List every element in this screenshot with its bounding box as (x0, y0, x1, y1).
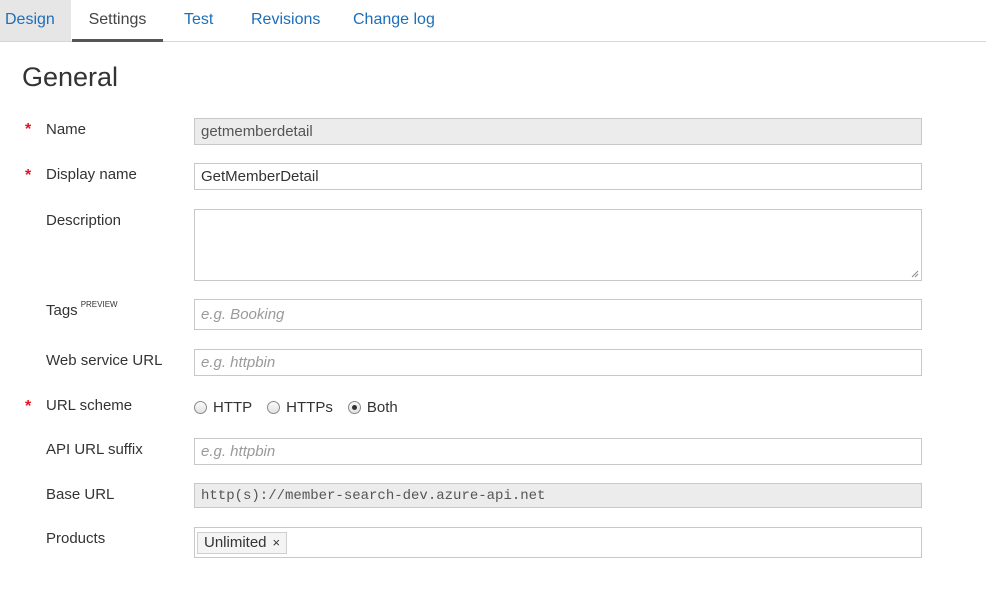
radio-button[interactable] (194, 401, 207, 414)
section-title: General (22, 62, 119, 92)
url-scheme-option-label: HTTP (213, 399, 253, 416)
tags-label-text: Tags (46, 302, 78, 319)
web-service-url-input[interactable]: e.g. httpbin (194, 349, 922, 376)
tab-design[interactable]: Design (0, 0, 71, 41)
tab-test[interactable]: Test (184, 0, 213, 41)
preview-badge: PREVIEW (80, 300, 118, 309)
remove-chip-icon[interactable]: × (273, 535, 281, 550)
display-name-label: Display name (46, 166, 137, 183)
name-field[interactable]: getmemberdetail (194, 118, 922, 145)
base-url-value: http(s)://member-search-dev.azure-api.ne… (201, 487, 546, 504)
base-url-field: http(s)://member-search-dev.azure-api.ne… (194, 483, 922, 508)
tags-input[interactable]: e.g. Booking (194, 299, 922, 330)
display-name-field[interactable]: GetMemberDetail (194, 163, 922, 190)
product-chip-label: Unlimited (204, 534, 267, 551)
radio-button-selected[interactable] (347, 401, 361, 414)
url-scheme-label: URL scheme (46, 397, 133, 414)
api-url-suffix-placeholder: e.g. httpbin (201, 443, 276, 460)
radio-button[interactable] (267, 401, 281, 414)
web-service-url-label: Web service URL (46, 352, 163, 369)
tab-bar: Design Settings Test Revisions Change lo… (0, 0, 986, 42)
resize-grip-icon[interactable] (911, 270, 919, 278)
tags-placeholder: e.g. Booking (201, 306, 285, 323)
web-service-url-placeholder: e.g. httpbin (201, 354, 276, 371)
description-label: Description (46, 212, 122, 229)
tab-settings[interactable]: Settings (72, 0, 163, 42)
url-scheme-radio-group: HTTP HTTPs Both (194, 399, 413, 416)
url-scheme-option-label: HTTPs (286, 399, 333, 416)
required-marker: * (25, 398, 32, 415)
url-scheme-option-both[interactable]: Both (347, 399, 398, 416)
required-marker: * (25, 121, 32, 138)
tab-revisions[interactable]: Revisions (251, 0, 320, 41)
required-marker: * (25, 167, 32, 184)
products-label: Products (46, 530, 106, 547)
description-textarea[interactable] (194, 209, 922, 281)
tab-change-log[interactable]: Change log (353, 0, 435, 41)
name-value: getmemberdetail (201, 123, 313, 140)
products-input[interactable]: Unlimited × (194, 527, 922, 558)
url-scheme-option-https[interactable]: HTTPs (267, 399, 333, 416)
base-url-label: Base URL (46, 486, 115, 503)
api-url-suffix-input[interactable]: e.g. httpbin (194, 438, 922, 465)
url-scheme-option-http[interactable]: HTTP (194, 399, 252, 416)
display-name-value: GetMemberDetail (201, 168, 319, 185)
product-chip: Unlimited × (197, 531, 288, 554)
name-label: Name (46, 121, 87, 138)
api-url-suffix-label: API URL suffix (46, 441, 143, 458)
url-scheme-option-label: Both (366, 399, 398, 416)
tags-label: Tags PREVIEW (46, 300, 118, 319)
